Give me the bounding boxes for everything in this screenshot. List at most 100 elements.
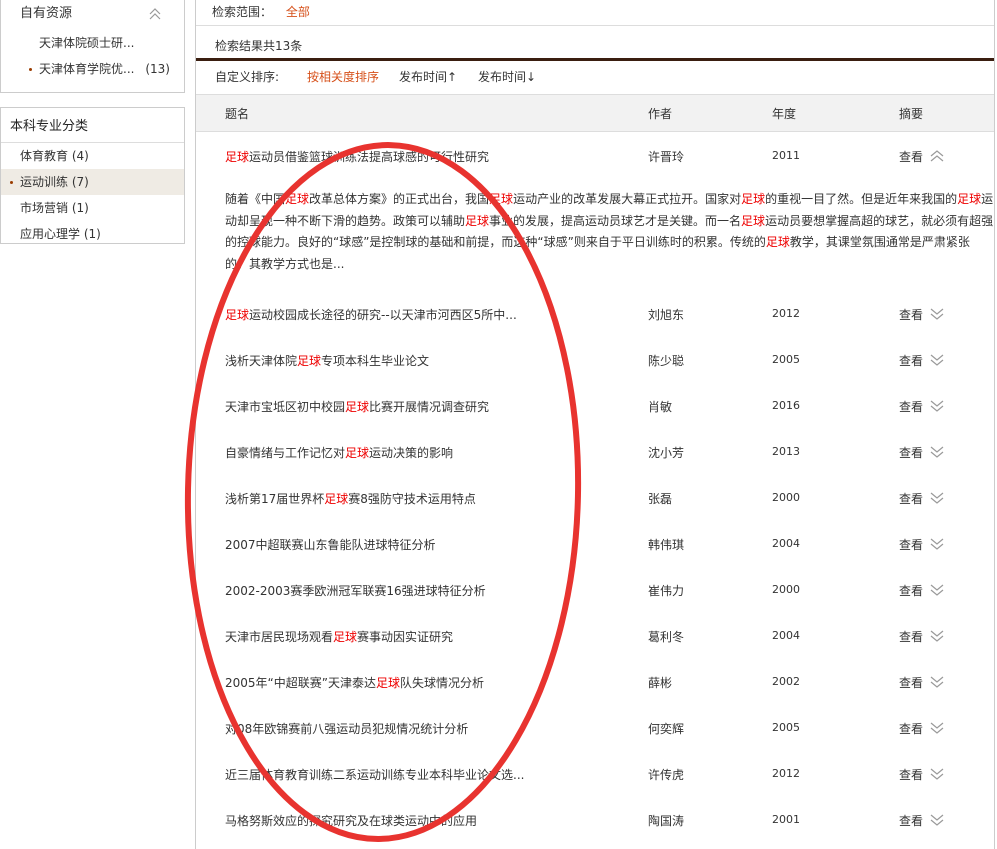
result-title-link[interactable]: 天津市宝坻区初中校园足球比赛开展情况调查研究 <box>225 398 489 415</box>
double-chevron-down-icon[interactable] <box>930 768 944 780</box>
chevron-up-icon[interactable] <box>148 7 162 21</box>
own-resource-label: 天津体院硕士研... <box>39 36 135 50</box>
table-row: 浅析天津体院足球专项本科生毕业论文 陈少聪 2005 查看 <box>196 336 994 382</box>
view-abstract-button[interactable]: 查看 <box>899 674 923 691</box>
double-chevron-down-icon[interactable] <box>930 814 944 826</box>
bullet-icon <box>10 181 13 184</box>
result-author: 陶国涛 <box>648 814 685 828</box>
result-title-link[interactable]: 足球运动员借鉴篮球训练法提高球感的可行性研究 <box>225 148 489 165</box>
table-row: 马格努斯效应的探究研究及在球类运动中的应用 陶国涛 2001 查看 <box>196 796 994 842</box>
result-author: 崔伟力 <box>648 584 685 598</box>
double-chevron-down-icon[interactable] <box>930 308 944 320</box>
own-resources-header[interactable]: 自有资源 <box>1 0 184 30</box>
result-title-link[interactable]: 天津市居民现场观看足球赛事动因实证研究 <box>225 628 453 645</box>
table-row: 近三届体育教育训练二系运动训练专业本科毕业论文选... 许传虎 2012 查看 <box>196 750 994 796</box>
own-resource-item[interactable]: 天津体育学院优... (13) <box>1 56 184 82</box>
major-item-psychology[interactable]: 应用心理学 (1) <box>1 221 184 247</box>
table-header: 题名 作者 年度 摘要 <box>196 95 994 132</box>
major-item-pe[interactable]: 体育教育 (4) <box>1 143 184 169</box>
abstract-line: 的控球能力。良好的“球感”是控制球的基础和前提，而这种“球感”则来自于平日训练时… <box>225 235 970 249</box>
abstract-line: 动却呈现一种不断下滑的趋势。政策可以辅助足球事业的发展，提高运动员球艺才是关键。… <box>225 213 994 228</box>
highlight-term: 足球 <box>765 235 790 249</box>
view-abstract-button[interactable]: 查看 <box>899 766 923 783</box>
view-abstract-button[interactable]: 查看 <box>899 490 923 507</box>
view-abstract-button[interactable]: 查看 <box>899 812 923 829</box>
sort-by-time-desc[interactable]: 发布时间↓ <box>478 61 536 93</box>
result-year: 2000 <box>772 583 800 596</box>
sort-by-time-asc[interactable]: 发布时间↑ <box>399 61 457 93</box>
highlight-term: 足球 <box>375 676 400 690</box>
table-row: 天津市宝坻区初中校园足球比赛开展情况调查研究 肖敏 2016 查看 <box>196 382 994 428</box>
search-scope: 检索范围： 全部 <box>196 0 994 26</box>
abstract-line: 的，其教学方式也是... <box>225 256 345 271</box>
double-chevron-down-icon[interactable] <box>930 584 944 596</box>
result-year: 2000 <box>772 491 800 504</box>
own-resource-item[interactable]: 天津体院硕士研... <box>1 30 184 56</box>
double-chevron-down-icon[interactable] <box>930 538 944 550</box>
major-item-label: 市场营销 <box>20 201 69 215</box>
chevron-up-icon[interactable] <box>930 150 944 162</box>
view-abstract-button[interactable]: 查看 <box>899 398 923 415</box>
result-year: 2002 <box>772 675 800 688</box>
table-row: 2007中超联赛山东鲁能队进球特征分析 韩伟琪 2004 查看 <box>196 520 994 566</box>
view-abstract-button[interactable]: 查看 <box>899 536 923 553</box>
result-author: 许晋玲 <box>648 150 685 164</box>
table-row: 天津市居民现场观看足球赛事动因实证研究 葛利冬 2004 查看 <box>196 612 994 658</box>
highlight-term: 足球 <box>741 213 766 228</box>
view-abstract-button[interactable]: 查看 <box>899 444 923 461</box>
result-title-link[interactable]: 近三届体育教育训练二系运动训练专业本科毕业论文选... <box>225 766 524 783</box>
table-row: 自豪情绪与工作记忆对足球运动决策的影响 沈小芳 2013 查看 <box>196 428 994 474</box>
result-author: 薛彬 <box>648 676 673 690</box>
major-item-training[interactable]: 运动训练 (7) <box>1 169 184 195</box>
double-chevron-down-icon[interactable] <box>930 676 944 688</box>
result-title-link[interactable]: 浅析天津体院足球专项本科生毕业论文 <box>225 352 429 369</box>
result-title-link[interactable]: 2002-2003赛季欧洲冠军联赛16强进球特征分析 <box>225 582 486 599</box>
header-author: 作者 <box>648 107 673 121</box>
double-chevron-down-icon[interactable] <box>930 400 944 412</box>
result-title-link[interactable]: 浅析第17届世界杯足球赛8强防守技术运用特点 <box>225 490 476 507</box>
result-year: 2011 <box>772 149 800 162</box>
result-year: 2012 <box>772 767 800 780</box>
result-title-link[interactable]: 对08年欧锦赛前八强运动员犯规情况统计分析 <box>225 720 468 737</box>
result-title-link[interactable]: 马格努斯效应的探究研究及在球类运动中的应用 <box>225 812 477 829</box>
sort-label: 自定义排序: <box>215 70 280 84</box>
abstract-line: 随着《中国足球改革总体方案》的正式出台，我国足球运动产业的改革发展大幕正式拉开。… <box>225 192 994 206</box>
bullet-icon <box>29 68 32 71</box>
double-chevron-down-icon[interactable] <box>930 492 944 504</box>
major-item-count: (7) <box>71 175 89 189</box>
double-chevron-down-icon[interactable] <box>930 354 944 366</box>
view-abstract-button[interactable]: 查看 <box>899 306 923 323</box>
major-item-label: 体育教育 <box>20 149 69 163</box>
result-title-link[interactable]: 2005年“中超联赛”天津泰达足球队失球情况分析 <box>225 674 484 691</box>
highlight-term: 足球 <box>333 630 358 644</box>
header-year: 年度 <box>772 107 797 121</box>
header-title: 题名 <box>225 107 250 121</box>
double-chevron-down-icon[interactable] <box>930 630 944 642</box>
highlight-term: 足球 <box>489 192 514 206</box>
result-year: 2012 <box>772 307 800 320</box>
result-title-link[interactable]: 自豪情绪与工作记忆对足球运动决策的影响 <box>225 444 453 461</box>
major-category-title: 本科专业分类 <box>1 108 184 143</box>
result-title-link[interactable]: 足球运动校园成长途径的研究--以天津市河西区5所中... <box>225 306 517 323</box>
result-author: 肖敏 <box>648 400 673 414</box>
major-item-count: (1) <box>71 201 89 215</box>
result-count: 检索结果共13条 <box>196 26 994 61</box>
double-chevron-down-icon[interactable] <box>930 722 944 734</box>
highlight-term: 足球 <box>465 213 490 228</box>
major-item-label: 运动训练 <box>20 175 69 189</box>
own-resource-count: (13) <box>145 62 170 76</box>
search-scope-value[interactable]: 全部 <box>286 5 310 19</box>
result-title-link[interactable]: 2007中超联赛山东鲁能队进球特征分析 <box>225 536 436 553</box>
abstract-text: 随着《中国足球改革总体方案》的正式出台，我国足球运动产业的改革发展大幕正式拉开。… <box>225 189 993 275</box>
view-abstract-button[interactable]: 查看 <box>899 352 923 369</box>
view-abstract-button[interactable]: 查看 <box>899 582 923 599</box>
view-abstract-button[interactable]: 查看 <box>899 148 923 165</box>
result-author: 陈少聪 <box>648 354 685 368</box>
result-year: 2016 <box>772 399 800 412</box>
major-item-marketing[interactable]: 市场营销 (1) <box>1 195 184 221</box>
sort-by-relevance[interactable]: 按相关度排序 <box>307 61 379 93</box>
double-chevron-down-icon[interactable] <box>930 446 944 458</box>
view-abstract-button[interactable]: 查看 <box>899 628 923 645</box>
header-abstract: 摘要 <box>899 107 924 121</box>
view-abstract-button[interactable]: 查看 <box>899 720 923 737</box>
